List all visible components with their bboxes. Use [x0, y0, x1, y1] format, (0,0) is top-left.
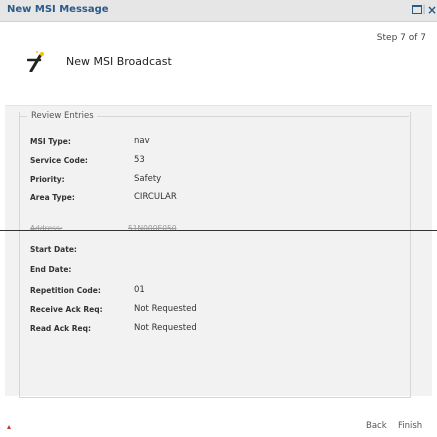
- field-label-priority: Priority:: [30, 175, 65, 184]
- wizard-heading: New MSI Broadcast: [66, 55, 172, 68]
- field-label-read-ack: Read Ack Req:: [30, 324, 91, 333]
- wand-icon: [27, 51, 44, 72]
- review-legend: Review Entries: [28, 111, 97, 121]
- field-label-repetition-code: Repetition Code:: [30, 286, 101, 295]
- field-value-service-code: 53: [134, 155, 145, 165]
- field-label-service-code: Service Code:: [30, 156, 88, 165]
- overlay-line: [0, 230, 437, 231]
- resize-marker-icon: [7, 425, 11, 429]
- field-value-address: 51N000E050: [128, 224, 177, 233]
- field-label-msi-type: MSI Type:: [30, 137, 71, 146]
- fieldset-border-left: [19, 116, 27, 117]
- field-value-priority: Safety: [134, 174, 162, 184]
- field-value-msi-type: nav: [134, 136, 150, 146]
- field-label-end-date: End Date:: [30, 265, 72, 274]
- field-value-receive-ack: Not Requested: [134, 304, 197, 314]
- field-value-repetition-code: 01: [134, 285, 145, 295]
- window-titlebar: New MSI Message | ×: [0, 0, 437, 22]
- field-label-area-type: Area Type:: [30, 193, 75, 202]
- step-indicator: Step 7 of 7: [376, 33, 426, 43]
- field-label-receive-ack: Receive Ack Req:: [30, 305, 103, 314]
- back-button[interactable]: Back: [366, 421, 387, 431]
- field-label-address: Address:: [30, 224, 63, 233]
- review-fieldset: [19, 112, 411, 398]
- field-label-start-date: Start Date:: [30, 245, 77, 254]
- close-icon[interactable]: ×: [426, 4, 437, 16]
- finish-button[interactable]: Finish: [398, 421, 422, 431]
- field-value-read-ack: Not Requested: [134, 323, 197, 333]
- fieldset-border-right: [94, 116, 409, 117]
- field-value-area-type: CIRCULAR: [134, 192, 177, 202]
- window-title: New MSI Message: [7, 4, 109, 15]
